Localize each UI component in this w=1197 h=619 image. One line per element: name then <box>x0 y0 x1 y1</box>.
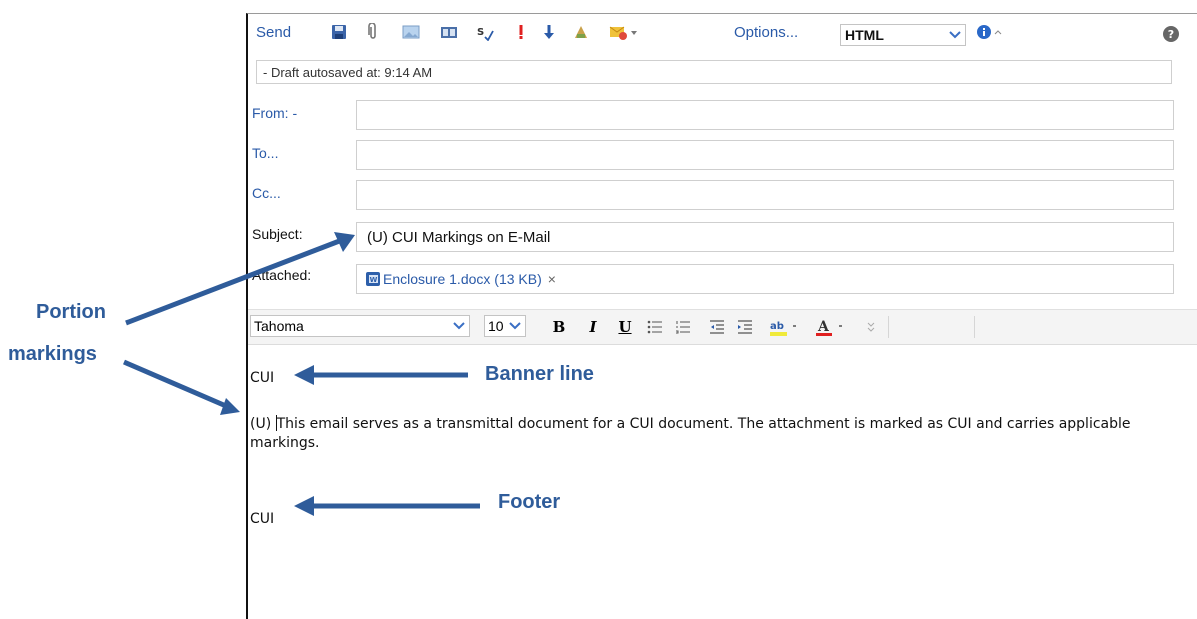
bulleted-list-icon[interactable] <box>644 317 666 337</box>
svg-text:S: S <box>477 27 484 38</box>
font-color-icon[interactable]: A <box>814 317 850 337</box>
attached-label: Attached: <box>252 267 312 283</box>
high-importance-icon[interactable] <box>512 22 530 42</box>
flag-icon[interactable] <box>608 22 640 42</box>
attachment-link[interactable]: W Enclosure 1.docx (13 KB) <box>365 271 542 287</box>
format-select[interactable]: HTML <box>840 24 966 46</box>
toolbar-divider <box>888 316 889 338</box>
italic-button[interactable]: I <box>582 317 604 337</box>
numbered-list-icon[interactable] <box>672 317 694 337</box>
annotation-footer: Footer <box>498 491 561 513</box>
cc-label[interactable]: Cc... <box>252 185 281 201</box>
footer-line[interactable]: CUI <box>250 511 274 527</box>
remove-attachment-icon[interactable]: × <box>548 271 556 287</box>
autosave-status: - Draft autosaved at: 9:14 AM <box>256 60 1172 84</box>
cc-field[interactable] <box>356 180 1174 210</box>
low-importance-icon[interactable] <box>540 22 558 42</box>
help-icon[interactable]: ? <box>1162 24 1180 44</box>
from-field[interactable] <box>356 100 1174 130</box>
subject-value: (U) CUI Markings on E-Mail <box>367 228 551 246</box>
arrow-to-paragraph <box>123 359 227 409</box>
highlight-color-icon[interactable]: ab <box>768 317 802 337</box>
word-document-icon: W <box>366 272 380 286</box>
banner-line[interactable]: CUI <box>250 370 274 386</box>
spell-check-icon[interactable]: S <box>476 22 494 42</box>
portion-marking: (U) <box>250 416 276 432</box>
annotation-portion-markings-line2: markings <box>8 343 97 365</box>
compose-toolbar: Send S Options... HTML ? <box>248 14 1197 48</box>
format-select-value: HTML <box>845 27 884 43</box>
toolbar-divider <box>974 316 975 338</box>
to-label[interactable]: To... <box>252 145 278 161</box>
more-options-icon[interactable] <box>860 317 882 337</box>
font-size-value: 10 <box>488 318 504 334</box>
email-compose-window: Send S Options... HTML ? - Draft autosav… <box>246 13 1197 619</box>
attachments-field: W Enclosure 1.docx (13 KB) × <box>356 264 1174 294</box>
save-icon[interactable] <box>330 22 348 42</box>
body-paragraph[interactable]: (U) This email serves as a transmittal d… <box>250 415 1180 453</box>
annotation-portion-markings-line1: Portion <box>36 301 106 323</box>
formatting-toolbar: Tahoma 10 B I U ab A <box>248 309 1197 345</box>
paragraph-text: This email serves as a transmittal docum… <box>250 416 1131 451</box>
stationery-icon[interactable] <box>572 22 590 42</box>
address-book-icon[interactable] <box>440 22 458 42</box>
chevron-down-icon <box>947 28 963 42</box>
annotation-banner-line: Banner line <box>485 363 594 385</box>
insert-image-icon[interactable] <box>402 22 420 42</box>
font-select[interactable]: Tahoma <box>250 315 470 337</box>
bold-button[interactable]: B <box>548 317 570 337</box>
increase-indent-icon[interactable] <box>734 317 756 337</box>
chevron-down-icon <box>507 319 523 333</box>
send-button[interactable]: Send <box>256 22 291 42</box>
svg-text:?: ? <box>1168 28 1174 41</box>
decrease-indent-icon[interactable] <box>706 317 728 337</box>
paperclip-icon[interactable] <box>364 22 382 42</box>
highlight-letter: ab <box>770 321 784 332</box>
font-size-select[interactable]: 10 <box>484 315 526 337</box>
info-icon[interactable] <box>974 22 1004 42</box>
svg-text:W: W <box>370 276 378 284</box>
options-button[interactable]: Options... <box>734 22 798 42</box>
from-label[interactable]: From: - <box>252 105 297 121</box>
subject-label: Subject: <box>252 226 303 242</box>
underline-button[interactable]: U <box>614 317 636 337</box>
to-field[interactable] <box>356 140 1174 170</box>
font-color-letter: A <box>817 319 830 335</box>
attachment-name: Enclosure 1.docx (13 KB) <box>383 271 542 287</box>
font-select-value: Tahoma <box>254 318 304 334</box>
subject-field[interactable]: (U) CUI Markings on E-Mail <box>356 222 1174 252</box>
arrow-head-paragraph <box>220 398 240 415</box>
chevron-down-icon <box>451 319 467 333</box>
